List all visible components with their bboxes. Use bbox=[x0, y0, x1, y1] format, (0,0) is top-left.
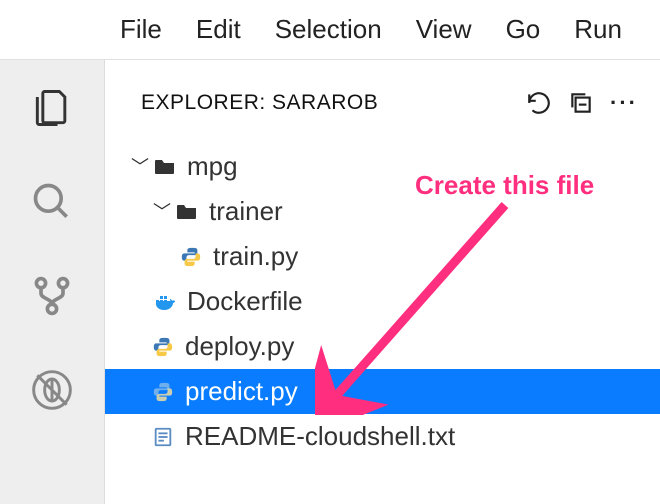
collapse-all-icon[interactable] bbox=[568, 90, 594, 116]
file-predict-py[interactable]: predict.py bbox=[105, 369, 660, 414]
menu-go[interactable]: Go bbox=[506, 14, 541, 45]
file-label: Dockerfile bbox=[187, 286, 303, 317]
file-label: README-cloudshell.txt bbox=[185, 421, 455, 452]
folder-icon bbox=[151, 153, 179, 181]
folder-label: mpg bbox=[187, 151, 238, 182]
python-file-icon bbox=[177, 243, 205, 271]
file-dockerfile[interactable]: Dockerfile bbox=[105, 279, 660, 324]
debug-disabled-icon[interactable] bbox=[30, 368, 74, 412]
text-file-icon bbox=[149, 423, 177, 451]
menu-run[interactable]: Run bbox=[574, 14, 622, 45]
menu-bar: File Edit Selection View Go Run bbox=[0, 0, 660, 60]
file-label: predict.py bbox=[185, 376, 298, 407]
file-label: train.py bbox=[213, 241, 298, 272]
python-file-icon bbox=[149, 378, 177, 406]
file-tree: ﹀ mpg ﹀ trainer train.py bbox=[105, 126, 660, 459]
file-deploy-py[interactable]: deploy.py bbox=[105, 324, 660, 369]
python-file-icon bbox=[149, 333, 177, 361]
chevron-down-icon: ﹀ bbox=[151, 198, 173, 224]
chevron-down-icon: ﹀ bbox=[129, 153, 151, 179]
activity-bar bbox=[0, 60, 105, 504]
menu-selection[interactable]: Selection bbox=[275, 14, 382, 45]
folder-icon bbox=[173, 198, 201, 226]
menu-view[interactable]: View bbox=[416, 14, 472, 45]
folder-label: trainer bbox=[209, 196, 283, 227]
menu-edit[interactable]: Edit bbox=[196, 14, 241, 45]
file-readme-cloudshell[interactable]: README-cloudshell.txt bbox=[105, 414, 660, 459]
explorer-header: EXPLORER: SARAROB ··· bbox=[105, 60, 660, 126]
more-actions-icon[interactable]: ··· bbox=[610, 90, 638, 116]
refresh-icon[interactable] bbox=[526, 90, 552, 116]
explorer-title: EXPLORER: SARAROB bbox=[141, 91, 510, 115]
file-train-py[interactable]: train.py bbox=[105, 234, 660, 279]
file-label: deploy.py bbox=[185, 331, 294, 362]
files-icon[interactable] bbox=[30, 86, 74, 130]
docker-file-icon bbox=[151, 288, 179, 316]
search-icon[interactable] bbox=[30, 180, 74, 224]
folder-trainer[interactable]: ﹀ trainer bbox=[105, 189, 660, 234]
menu-file[interactable]: File bbox=[120, 14, 162, 45]
explorer-sidebar: EXPLORER: SARAROB ··· ﹀ bbox=[105, 60, 660, 504]
folder-mpg[interactable]: ﹀ mpg bbox=[105, 144, 660, 189]
source-control-icon[interactable] bbox=[30, 274, 74, 318]
